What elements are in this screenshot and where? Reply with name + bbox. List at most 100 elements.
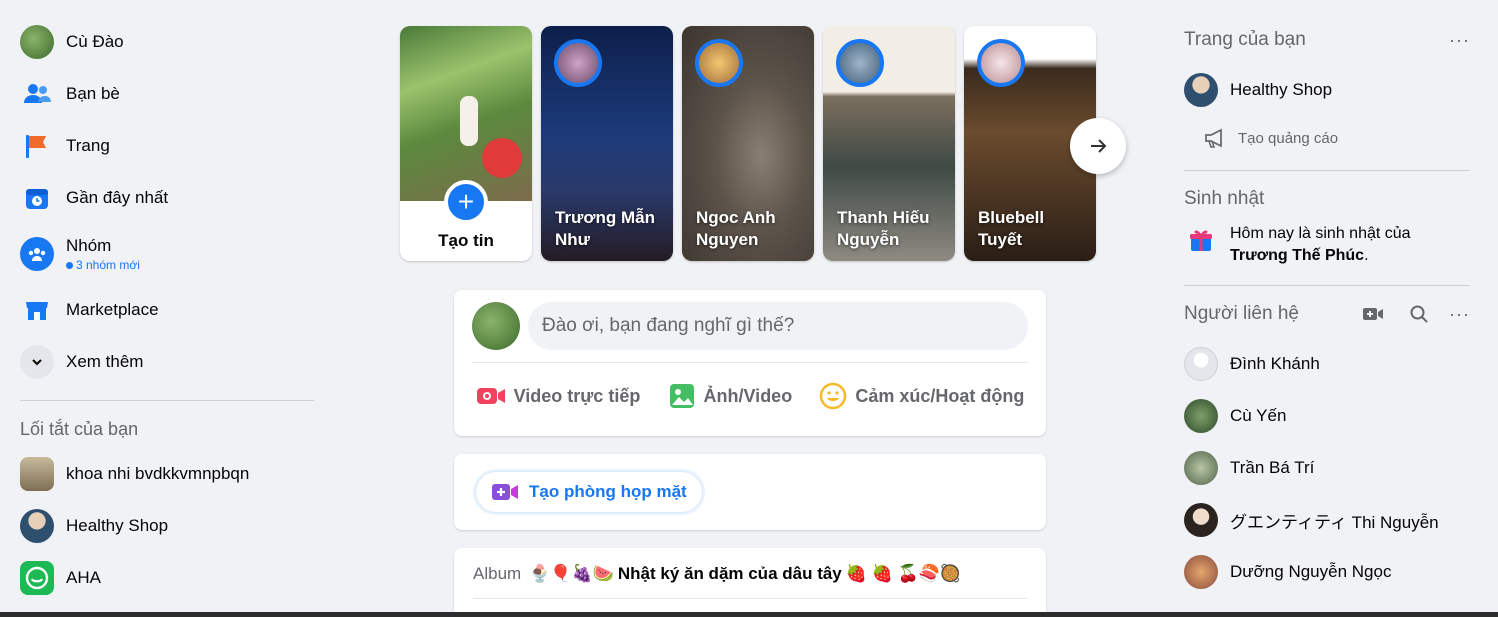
create-story-label: Tạo tin — [438, 231, 494, 250]
story-name: Ngoc Anh Nguyen — [696, 208, 776, 249]
story-avatar — [836, 39, 884, 87]
right-divider — [1184, 170, 1470, 171]
live-video-icon — [476, 388, 505, 404]
story-name: Thanh Hiếu Nguyễn — [837, 208, 930, 249]
story-card[interactable]: Ngoc Anh Nguyen — [682, 26, 814, 261]
contact-name: Đình Khánh — [1230, 354, 1320, 373]
shortcut-item[interactable]: AHA — [8, 552, 318, 604]
aha-logo-icon — [20, 561, 54, 595]
contact-item[interactable]: Cù Yến — [1172, 390, 1482, 442]
create-room-button[interactable]: Tạo phòng họp mặt — [473, 469, 705, 515]
page-name: Healthy Shop — [1230, 80, 1333, 99]
album-title[interactable]: Nhật ký ăn dặm của dâu tây — [618, 564, 842, 584]
nav-friends-label: Bạn bè — [66, 84, 120, 103]
nav-profile[interactable]: Cù Đào — [8, 16, 318, 68]
plus-icon[interactable]: + — [444, 180, 488, 224]
create-ad-label: Tạo quảng cáo — [1238, 129, 1339, 147]
shortcuts-title: Lối tắt của bạn — [20, 419, 139, 439]
window-bottom-edge — [0, 612, 1498, 617]
smiley-icon — [820, 382, 847, 410]
groups-new-badge: 3 nhóm mới — [66, 258, 140, 272]
live-video-label: Video trực tiếp — [513, 385, 641, 406]
contact-avatar — [1184, 503, 1218, 537]
nav-marketplace[interactable]: Marketplace — [8, 284, 318, 336]
feeling-button[interactable]: Cảm xúc/Hoạt động — [809, 369, 1034, 423]
your-pages-title: Trang của bạn — [1184, 29, 1306, 50]
album-divider — [473, 598, 1027, 599]
post-composer: Đào ơi, bạn đang nghĩ gì thế? Video trực… — [454, 290, 1046, 436]
birthday-item[interactable]: Hôm nay là sinh nhật của Trương Thế Phúc… — [1172, 217, 1482, 275]
nav-recent[interactable]: Gần đây nhất — [8, 172, 318, 224]
feeling-label: Cảm xúc/Hoạt động — [855, 385, 1025, 406]
more-options-icon[interactable]: ··· — [1449, 30, 1470, 51]
search-icon[interactable] — [1403, 298, 1435, 330]
contact-item[interactable]: Trần Bá Trí — [1172, 442, 1482, 494]
nav-marketplace-label: Marketplace — [66, 300, 159, 319]
flag-icon — [20, 129, 54, 163]
shop-icon — [20, 293, 54, 327]
nav-pages-label: Trang — [66, 136, 110, 155]
groups-icon — [20, 237, 54, 271]
shortcut-label: khoa nhi bvdkkvmnpbqn — [66, 464, 250, 483]
contact-item[interactable]: グエンティティ Thi Nguyễn — [1172, 494, 1482, 546]
chevron-down-icon — [20, 345, 54, 379]
create-story-card[interactable]: + Tạo tin — [400, 26, 532, 261]
groups-new-text: 3 nhóm mới — [76, 258, 140, 272]
new-room-icon[interactable] — [1357, 298, 1389, 330]
friends-icon — [20, 77, 54, 111]
nav-recent-label: Gần đây nhất — [66, 188, 169, 207]
right-divider — [1184, 285, 1470, 286]
right-sidebar: Trang của bạn ··· Healthy Shop Tạo quảng… — [1172, 22, 1482, 598]
story-avatar — [977, 39, 1025, 87]
contact-name: Cù Yến — [1230, 406, 1287, 425]
nav-see-more[interactable]: Xem thêm — [8, 336, 318, 388]
room-card: Tạo phòng họp mặt — [454, 454, 1046, 530]
nav-pages[interactable]: Trang — [8, 120, 318, 172]
shortcut-item[interactable]: Healthy Shop — [8, 500, 318, 552]
photo-icon — [669, 384, 694, 408]
shortcut-avatar — [20, 509, 54, 543]
album-prefix: Album — [473, 564, 522, 583]
contact-avatar — [1184, 451, 1218, 485]
album-card: Album 🍨🎈🍇🍉 Nhật ký ăn dặm của dâu tây 🍓 … — [454, 548, 1046, 617]
contact-name: グエンティティ Thi Nguyễn — [1230, 512, 1439, 532]
more-options-icon[interactable]: ··· — [1449, 304, 1470, 325]
album-emoji-before: 🍨🎈🍇🍉 — [529, 564, 614, 583]
stories-next-arrow-icon[interactable] — [1070, 118, 1126, 174]
nav-see-more-label: Xem thêm — [66, 352, 144, 371]
left-sidebar: Cù Đào Bạn bè Trang Gần đây nhất Nhóm 3 … — [8, 16, 318, 604]
birthday-title: Sinh nhật — [1184, 188, 1265, 209]
live-video-button[interactable]: Video trực tiếp — [466, 369, 651, 423]
contact-avatar — [1184, 399, 1218, 433]
composer-input[interactable]: Đào ơi, bạn đang nghĩ gì thế? — [528, 302, 1028, 350]
contact-item[interactable]: Dưỡng Nguyễn Ngọc — [1172, 546, 1482, 598]
new-dot-icon — [66, 261, 73, 269]
story-avatar — [695, 39, 743, 87]
stories-tray: + Tạo tin Trương Mẫn Như Ngoc Anh Nguyen… — [400, 26, 1096, 261]
birthday-text: Hôm nay là sinh nhật của — [1230, 225, 1411, 242]
photo-video-button[interactable]: Ảnh/Video — [658, 369, 803, 423]
page-item[interactable]: Healthy Shop — [1172, 64, 1482, 116]
photo-video-label: Ảnh/Video — [703, 385, 793, 406]
shortcut-item[interactable]: khoa nhi bvdkkvmnpbqn — [8, 448, 318, 500]
contact-item[interactable]: Đình Khánh — [1172, 338, 1482, 390]
contact-avatar — [1184, 347, 1218, 381]
story-card[interactable]: Trương Mẫn Như — [541, 26, 673, 261]
story-card[interactable]: Thanh Hiếu Nguyễn — [823, 26, 955, 261]
contact-avatar — [1184, 555, 1218, 589]
story-name: Trương Mẫn Như — [555, 208, 655, 249]
create-story-photo — [400, 26, 532, 201]
create-room-label: Tạo phòng họp mặt — [529, 482, 687, 501]
contact-name: Dưỡng Nguyễn Ngọc — [1230, 562, 1392, 581]
shortcut-label: AHA — [66, 568, 101, 587]
contacts-title: Người liên hệ — [1184, 303, 1299, 324]
birthday-name[interactable]: Trương Thế Phúc — [1230, 247, 1364, 264]
megaphone-icon — [1205, 128, 1222, 148]
composer-avatar[interactable] — [472, 302, 520, 350]
video-plus-icon — [492, 484, 518, 500]
shortcut-label: Healthy Shop — [66, 516, 169, 535]
nav-friends[interactable]: Bạn bè — [8, 68, 318, 120]
create-ad-link[interactable]: Tạo quảng cáo — [1172, 116, 1482, 160]
nav-groups-label: Nhóm — [66, 236, 112, 255]
nav-groups[interactable]: Nhóm 3 nhóm mới — [8, 224, 318, 284]
